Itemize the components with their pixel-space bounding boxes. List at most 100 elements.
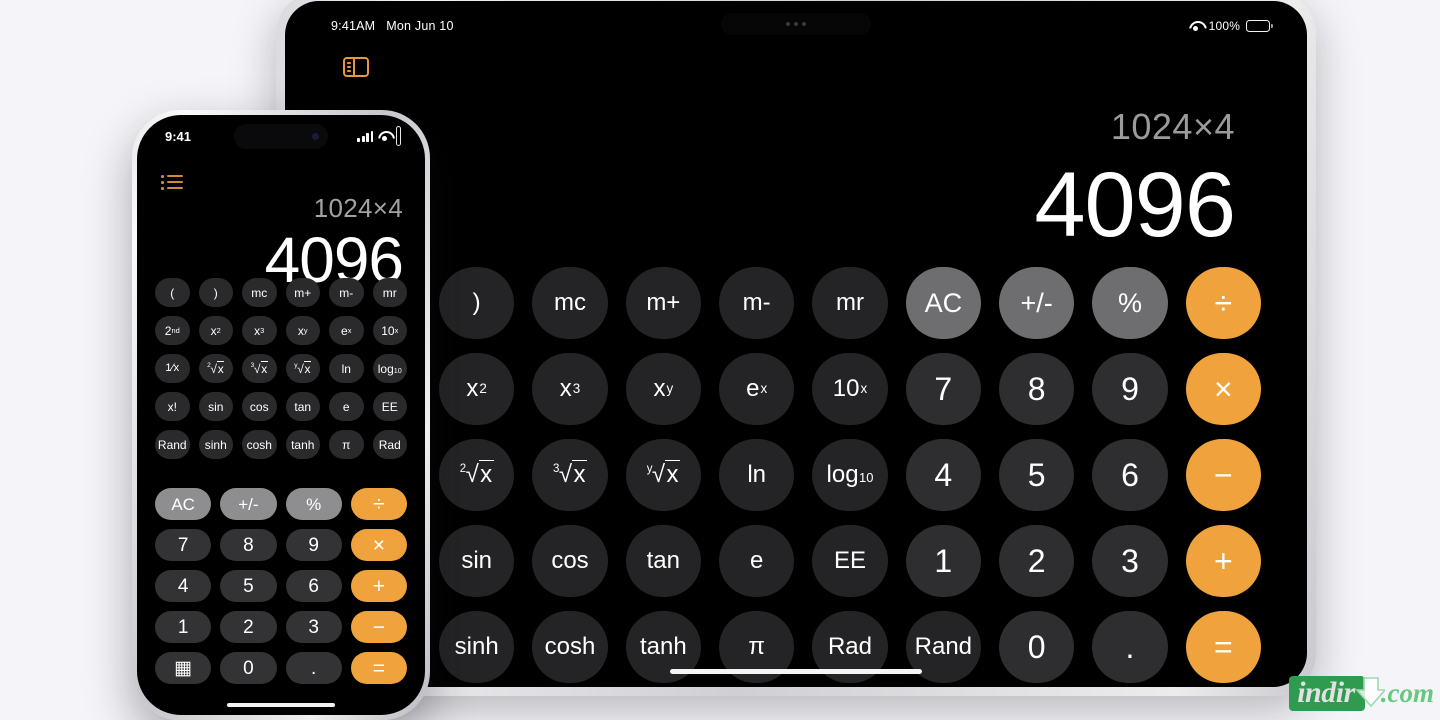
ipad-calculator-display: 1024×4 4096 — [1034, 106, 1236, 254]
key-plus-minus[interactable]: +/- — [220, 488, 277, 520]
key-decimal[interactable]: . — [285, 652, 342, 684]
key-9[interactable]: 9 — [1092, 353, 1168, 425]
key-0[interactable]: 0 — [999, 611, 1075, 683]
key-m-plus[interactable]: m+ — [625, 267, 701, 339]
key-ten-to-x[interactable]: 10 x — [372, 316, 407, 345]
key-6[interactable]: 6 — [285, 570, 342, 602]
key-ln[interactable]: ln — [719, 439, 795, 511]
key-m-minus[interactable]: m- — [329, 278, 364, 307]
key-decimal[interactable]: . — [1092, 611, 1168, 683]
key-sin[interactable]: sin — [198, 392, 233, 421]
key-e[interactable]: e — [719, 525, 795, 597]
key-rand[interactable]: Rand — [155, 430, 190, 459]
key-plus-minus[interactable]: +/- — [999, 267, 1075, 339]
key-divide[interactable]: ÷ — [1185, 267, 1261, 339]
key-cosh[interactable]: cosh — [242, 430, 277, 459]
key-equals[interactable]: = — [1185, 611, 1261, 683]
watermark-suffix: .com — [1380, 677, 1434, 708]
key-m-minus[interactable]: m- — [719, 267, 795, 339]
iphone-home-indicator[interactable] — [227, 703, 335, 707]
key-cos[interactable]: cos — [242, 392, 277, 421]
key-calculator-mode[interactable]: ▦ — [155, 652, 212, 684]
key-sin[interactable]: sin — [439, 525, 515, 597]
key-x-squared[interactable]: x2 — [198, 316, 233, 345]
key-rad[interactable]: Rad — [372, 430, 407, 459]
key-percent[interactable]: % — [1092, 267, 1168, 339]
key-3[interactable]: 3 — [1092, 525, 1168, 597]
key-x-to-y[interactable]: xy — [625, 353, 701, 425]
key-multiply[interactable]: × — [350, 529, 407, 561]
key-x-cubed[interactable]: x3 — [532, 353, 608, 425]
key-cosh[interactable]: cosh — [532, 611, 608, 683]
key-1[interactable]: 1 — [155, 611, 212, 643]
key-subtract[interactable]: − — [350, 611, 407, 643]
key-6[interactable]: 6 — [1092, 439, 1168, 511]
key-subtract[interactable]: − — [1185, 439, 1261, 511]
key-ln[interactable]: ln — [329, 354, 364, 383]
key-mc[interactable]: mc — [532, 267, 608, 339]
key-2nd[interactable]: 2nd — [155, 316, 190, 345]
key-mr[interactable]: mr — [372, 278, 407, 307]
key-4[interactable]: 4 — [155, 570, 212, 602]
key-5[interactable]: 5 — [220, 570, 277, 602]
key-square-root[interactable]: 2 √x — [439, 439, 515, 511]
ipad-expression: 1024×4 — [1110, 106, 1235, 147]
key-2[interactable]: 2 — [220, 611, 277, 643]
key-pi[interactable]: π — [329, 430, 364, 459]
key-factorial[interactable]: x! — [155, 392, 190, 421]
key-tan[interactable]: tan — [285, 392, 320, 421]
key-add[interactable]: + — [1185, 525, 1261, 597]
key-log10[interactable]: log 10 — [812, 439, 888, 511]
ipad-keypad: ) mc m+ m-mr AC +/-% ÷ x 2 x 3 x y e x 10 x 7 8 9 × 2 √x 3 √x y √x… — [439, 267, 1261, 683]
key-7[interactable]: 7 — [155, 529, 212, 561]
key-cos[interactable]: cos — [532, 525, 608, 597]
key-1[interactable]: 1 — [905, 525, 981, 597]
key-ac[interactable]: AC — [905, 267, 981, 339]
key-add[interactable]: + — [350, 570, 407, 602]
key-multiply[interactable]: × — [1185, 353, 1261, 425]
sidebar-icon[interactable] — [343, 57, 369, 77]
key-log10[interactable]: log 10 — [372, 354, 407, 383]
list-icon[interactable] — [161, 175, 183, 190]
key-2[interactable]: 2 — [999, 525, 1075, 597]
key-open-paren[interactable]: ( — [155, 278, 190, 307]
key-cube-root[interactable]: 3 √x — [242, 354, 277, 383]
key-ee[interactable]: EE — [812, 525, 888, 597]
key-5[interactable]: 5 — [999, 439, 1075, 511]
key-square-root[interactable]: 2 √x — [198, 354, 233, 383]
key-sinh[interactable]: sinh — [198, 430, 233, 459]
key-y-root[interactable]: y √x — [285, 354, 320, 383]
key-8[interactable]: 8 — [999, 353, 1075, 425]
key-e[interactable]: e — [329, 392, 364, 421]
key-ten-to-x[interactable]: 10 x — [812, 353, 888, 425]
iphone-scientific-keypad: () mc m+ m-mr 2nd x 2 x 3 x y e x 10 x 1⁄x 2 √x 3 √x y √x ln lo… — [155, 278, 407, 459]
key-m-plus[interactable]: m+ — [285, 278, 320, 307]
key-y-root[interactable]: y √x — [625, 439, 701, 511]
key-x-squared[interactable]: x2 — [439, 353, 515, 425]
key-mr[interactable]: mr — [812, 267, 888, 339]
key-mc[interactable]: mc — [242, 278, 277, 307]
key-ee[interactable]: EE — [372, 392, 407, 421]
key-9[interactable]: 9 — [285, 529, 342, 561]
ipad-home-indicator[interactable] — [670, 669, 922, 674]
key-tanh[interactable]: tanh — [285, 430, 320, 459]
key-tan[interactable]: tan — [625, 525, 701, 597]
key-cube-root[interactable]: 3 √x — [532, 439, 608, 511]
key-7[interactable]: 7 — [905, 353, 981, 425]
key-percent[interactable]: % — [285, 488, 342, 520]
key-reciprocal[interactable]: 1⁄x — [155, 354, 190, 383]
key-3[interactable]: 3 — [285, 611, 342, 643]
key-close-paren[interactable]: ) — [198, 278, 233, 307]
key-divide[interactable]: ÷ — [350, 488, 407, 520]
key-ac[interactable]: AC — [155, 488, 212, 520]
key-0[interactable]: 0 — [220, 652, 277, 684]
key-4[interactable]: 4 — [905, 439, 981, 511]
key-x-to-y[interactable]: xy — [285, 316, 320, 345]
key-close-paren[interactable]: ) — [439, 267, 515, 339]
key-equals[interactable]: = — [350, 652, 407, 684]
key-e-to-x[interactable]: ex — [719, 353, 795, 425]
key-e-to-x[interactable]: ex — [329, 316, 364, 345]
key-8[interactable]: 8 — [220, 529, 277, 561]
key-x-cubed[interactable]: x3 — [242, 316, 277, 345]
key-sinh[interactable]: sinh — [439, 611, 515, 683]
